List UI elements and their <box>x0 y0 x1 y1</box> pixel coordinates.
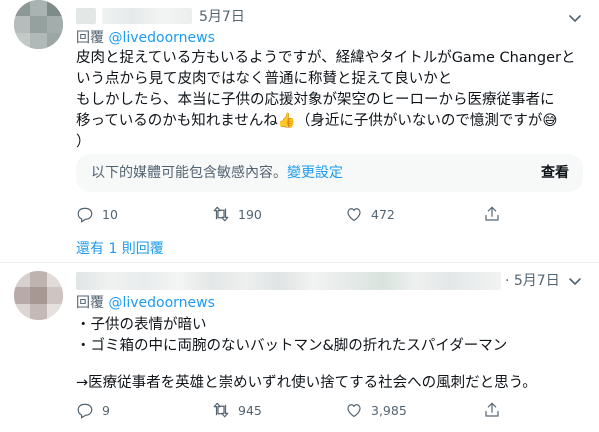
user-name-blurred[interactable] <box>76 272 501 290</box>
reply-label: 回覆 <box>76 295 104 311</box>
like-action[interactable]: 3,985 <box>345 400 407 420</box>
retweet-icon <box>213 402 229 418</box>
reply-label: 回覆 <box>76 30 104 46</box>
tweet-text-line: →医療従事者を英雄と崇めいずれ使い捨てする社会への風刺だと思う。 <box>76 375 537 391</box>
tweet-text-line: 移っているのかも知れませんね👍（身近に子供がいないので憶測ですが😅 <box>76 113 558 129</box>
tweet-text-line: もしかしたら、本当に子供の応援対象が架空のヒーローから医療従事者に <box>76 92 555 108</box>
like-count: 3,985 <box>371 402 407 418</box>
tweet-text-line: ・子供の表情が暗い <box>76 317 207 333</box>
reply-action[interactable]: 10 <box>76 204 118 224</box>
replying-to: 回覆 @livedoornews <box>76 294 215 312</box>
like-icon <box>347 404 361 418</box>
sensitive-message: 以下的媒體可能包含敏感內容。變更設定 <box>91 164 343 182</box>
retweet-icon <box>213 206 229 222</box>
avatar[interactable] <box>14 271 63 320</box>
chevron-down-icon[interactable] <box>565 8 585 28</box>
share-icon <box>485 402 499 417</box>
tweet-text-line: いう点から見て皮肉ではなく普通に称賛と捉えて良いかと <box>76 71 453 87</box>
like-icon <box>347 208 361 222</box>
tweet-date[interactable]: · 5月7日 <box>505 272 560 290</box>
retweet-count: 190 <box>238 206 262 222</box>
tweet-1[interactable]: 5月7日 回覆 @livedoornews 皮肉と捉えている方もいるようですが、… <box>0 0 599 262</box>
reply-handle-link[interactable]: @livedoornews <box>108 30 214 46</box>
retweet-action[interactable]: 945 <box>212 400 262 420</box>
share-icon <box>485 206 499 221</box>
sensitive-media-warning: 以下的媒體可能包含敏感內容。變更設定 查看 <box>76 154 583 192</box>
like-count: 472 <box>371 206 395 222</box>
tweet-text-line: ・ゴミ箱の中に両腕のないバットマン&脚の折れたスパイダーマン <box>76 338 508 354</box>
sensitive-label: 以下的媒體可能包含敏感內容。 <box>91 165 287 181</box>
reply-count: 9 <box>102 402 110 418</box>
retweet-action[interactable]: 190 <box>212 204 262 224</box>
tweet-date[interactable]: 5月7日 <box>199 8 245 26</box>
user-name-blurred[interactable] <box>76 8 96 24</box>
retweet-count: 945 <box>238 402 262 418</box>
show-more-replies-link[interactable]: 還有 1 則回覆 <box>76 240 164 258</box>
view-media-button[interactable]: 查看 <box>541 163 569 183</box>
tweet-2[interactable]: · 5月7日 回覆 @livedoornews ・子供の表情が暗い ・ゴミ箱の中… <box>0 263 599 432</box>
reply-action[interactable]: 9 <box>76 400 110 420</box>
avatar[interactable] <box>14 0 63 49</box>
tweet-text-line: 皮肉と捉えている方もいるようですが、経緯やタイトルがGame Changerと <box>76 50 576 66</box>
share-action[interactable] <box>483 400 509 420</box>
user-handle-blurred[interactable] <box>102 8 192 24</box>
reply-handle-link[interactable]: @livedoornews <box>108 295 214 311</box>
reply-icon <box>77 403 93 419</box>
chevron-down-icon[interactable] <box>565 271 585 291</box>
change-settings-link[interactable]: 變更設定 <box>287 165 343 181</box>
reply-icon <box>77 207 93 223</box>
share-action[interactable] <box>483 204 509 224</box>
replying-to: 回覆 @livedoornews <box>76 29 215 47</box>
tweet-text-line: ） <box>76 134 91 150</box>
like-action[interactable]: 472 <box>345 204 395 224</box>
reply-count: 10 <box>102 206 118 222</box>
